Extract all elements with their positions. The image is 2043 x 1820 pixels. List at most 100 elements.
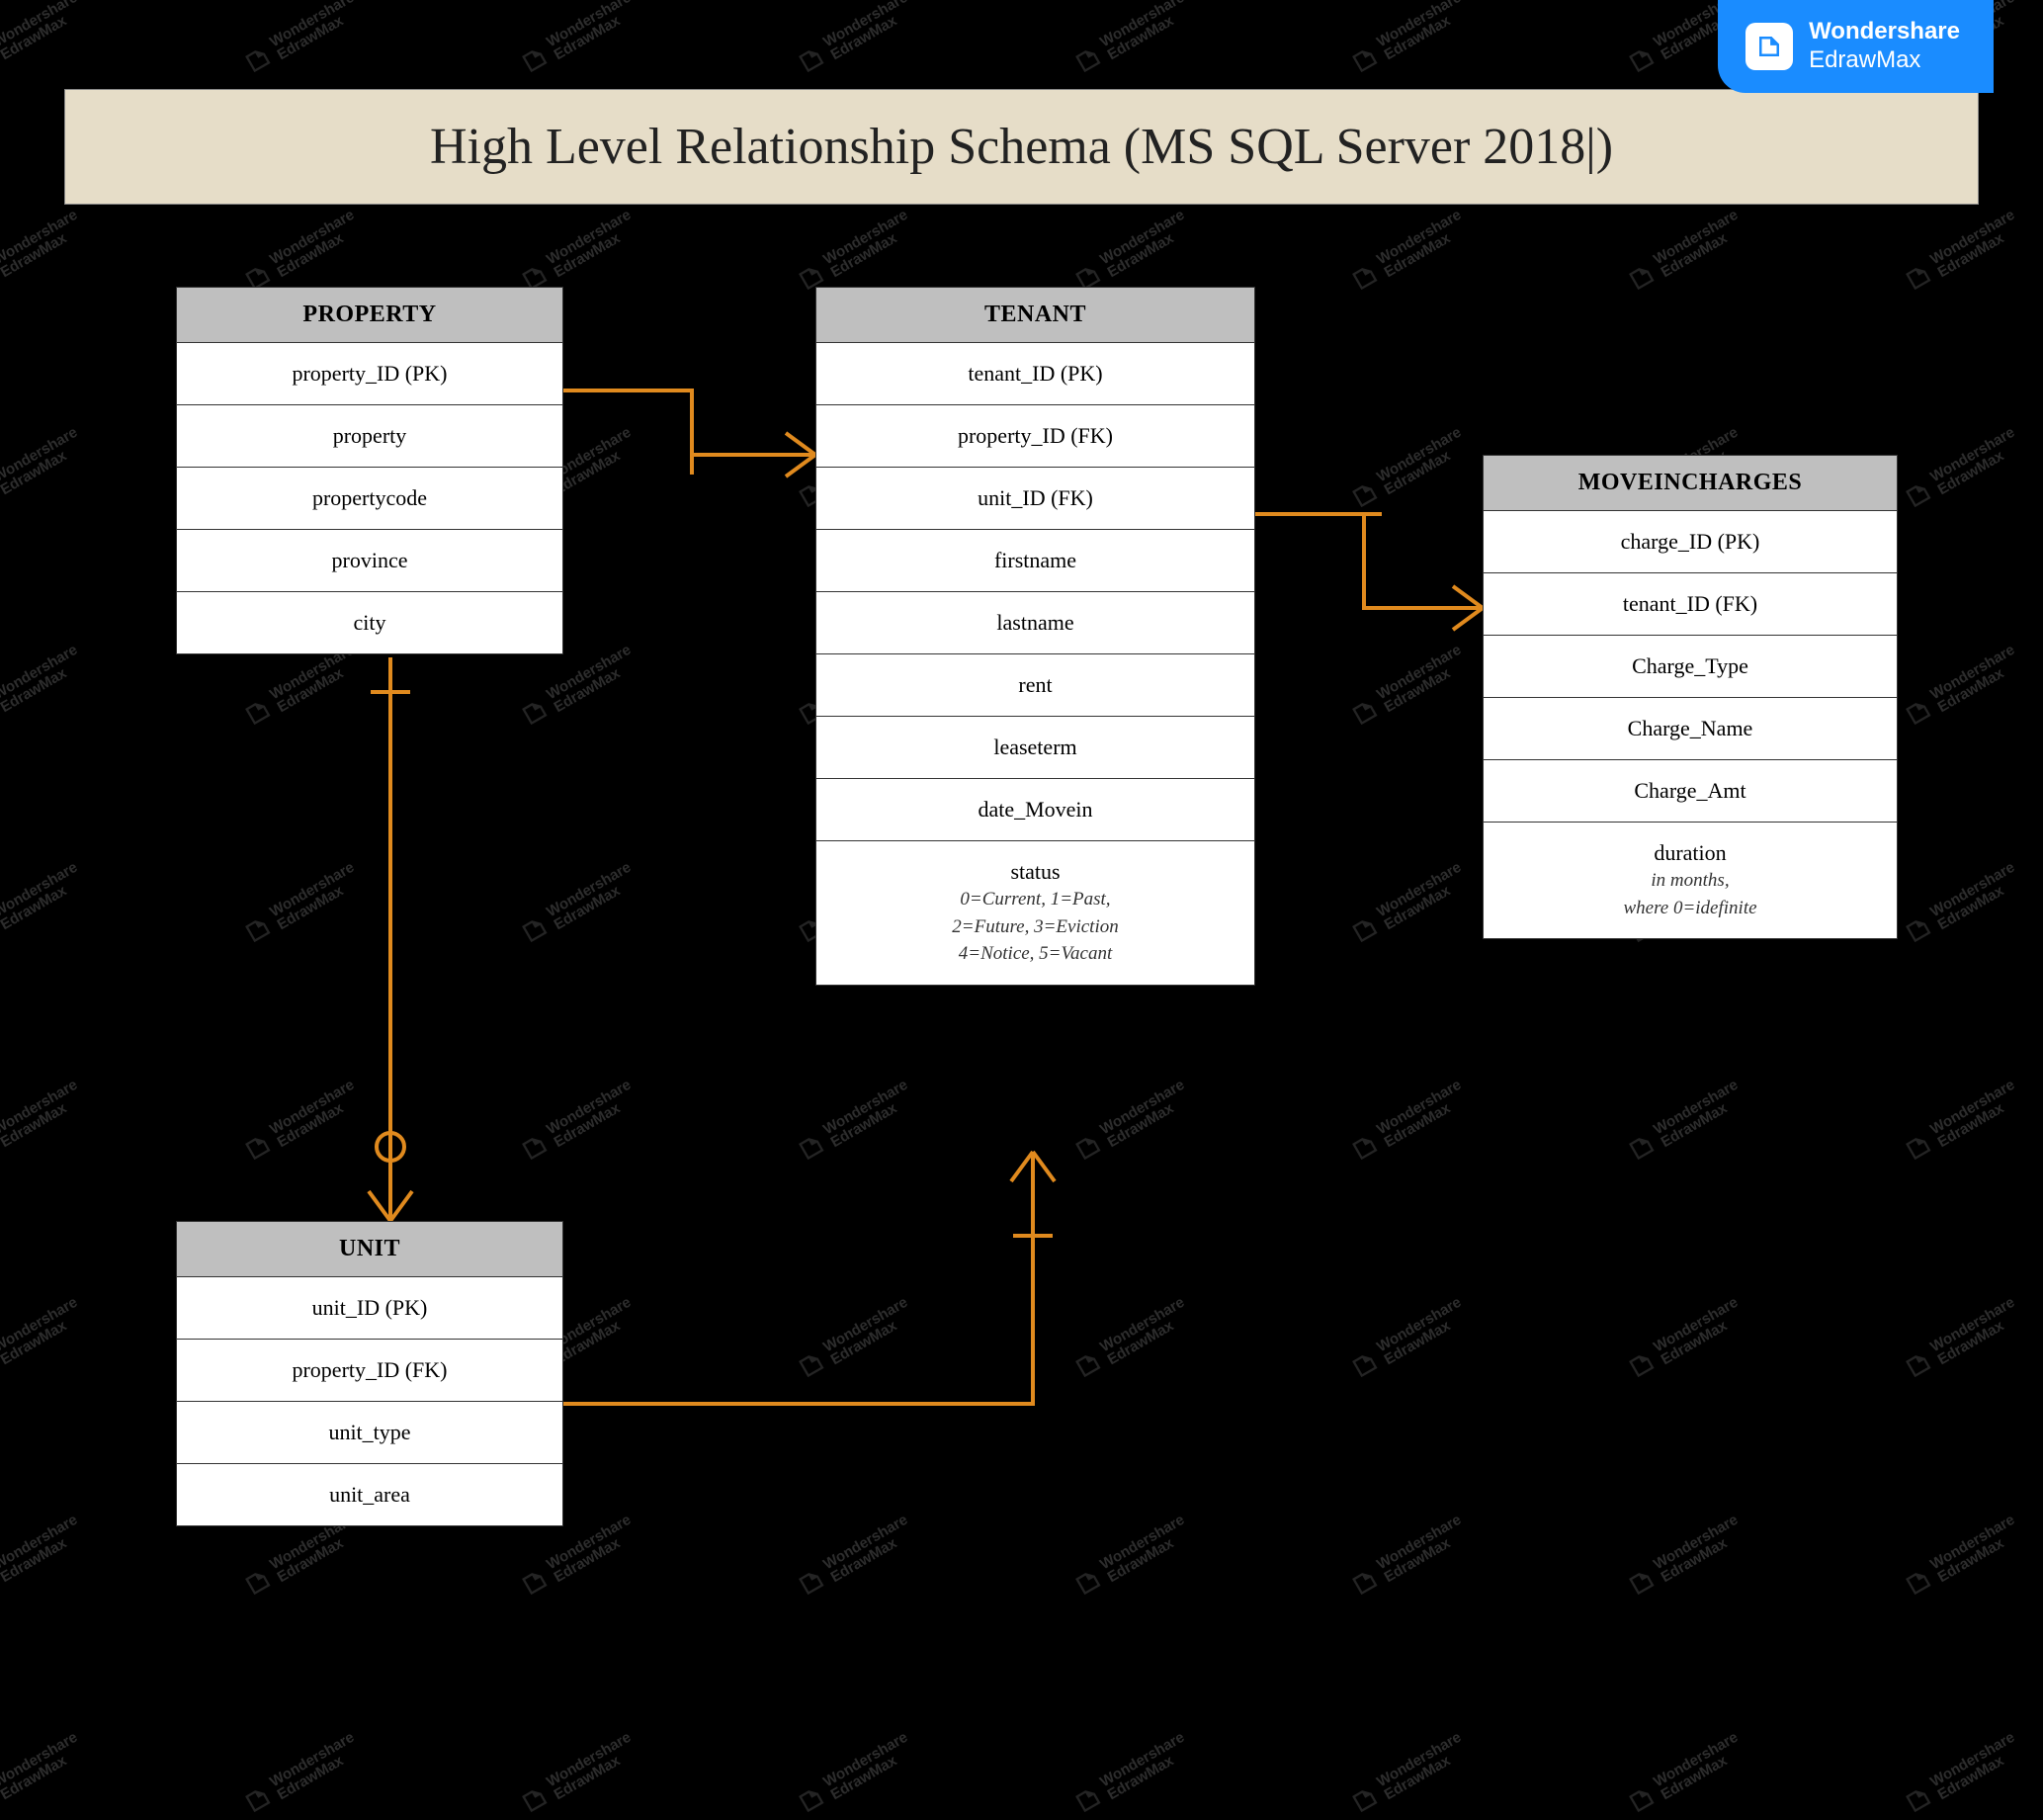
rel-tenant-moveincharges: [1255, 514, 1483, 608]
watermark-icon: WondershareEdrawMax: [1622, 1295, 1747, 1385]
edrawmax-logo-icon: [1745, 23, 1793, 70]
tenant-attr-2: unit_ID (FK): [816, 468, 1254, 530]
watermark-icon: WondershareEdrawMax: [1345, 1730, 1471, 1820]
watermark-icon: WondershareEdrawMax: [1345, 860, 1471, 950]
watermark-icon: WondershareEdrawMax: [792, 1078, 917, 1168]
moveincharges-attr-0: charge_ID (PK): [1484, 511, 1897, 573]
badge-text: Wondershare EdrawMax: [1809, 18, 1960, 75]
watermark-icon: WondershareEdrawMax: [238, 1730, 364, 1820]
unit-attr-1: property_ID (FK): [177, 1340, 562, 1402]
entity-tenant-header: TENANT: [816, 288, 1254, 343]
watermark-icon: WondershareEdrawMax: [1068, 0, 1194, 79]
property-attr-1: property: [177, 405, 562, 468]
tenant-attr-status: status 0=Current, 1=Past, 2=Future, 3=Ev…: [816, 841, 1254, 985]
unit-attr-2: unit_type: [177, 1402, 562, 1464]
watermark-icon: WondershareEdrawMax: [792, 1730, 917, 1820]
property-attr-0: property_ID (PK): [177, 343, 562, 405]
unit-attr-3: unit_area: [177, 1464, 562, 1525]
watermark-icon: WondershareEdrawMax: [1899, 1730, 2024, 1820]
watermark-icon: WondershareEdrawMax: [1068, 208, 1194, 298]
moveincharges-attr-3: Charge_Name: [1484, 698, 1897, 760]
watermark-icon: WondershareEdrawMax: [1899, 1513, 2024, 1603]
watermark-icon: WondershareEdrawMax: [1068, 1295, 1194, 1385]
watermark-icon: WondershareEdrawMax: [1899, 1295, 2024, 1385]
watermark-icon: WondershareEdrawMax: [1899, 643, 2024, 733]
watermark-icon: WondershareEdrawMax: [238, 643, 364, 733]
watermark-icon: WondershareEdrawMax: [0, 425, 87, 515]
watermark-icon: WondershareEdrawMax: [515, 1078, 640, 1168]
moveincharges-attr-duration: duration in months, where 0=idefinite: [1484, 823, 1897, 938]
watermark-icon: WondershareEdrawMax: [792, 208, 917, 298]
watermark-icon: WondershareEdrawMax: [515, 0, 640, 79]
property-attr-3: province: [177, 530, 562, 592]
watermark-icon: WondershareEdrawMax: [1622, 1513, 1747, 1603]
entity-moveincharges: MOVEINCHARGES charge_ID (PK) tenant_ID (…: [1483, 455, 1898, 939]
watermark-icon: WondershareEdrawMax: [515, 643, 640, 733]
tenant-status-note1: 0=Current, 1=Past,: [828, 887, 1242, 912]
watermark-icon: WondershareEdrawMax: [1345, 208, 1471, 298]
badge-line1: Wondershare: [1809, 18, 1960, 46]
watermark-icon: WondershareEdrawMax: [792, 1295, 917, 1385]
watermark-icon: WondershareEdrawMax: [1068, 1078, 1194, 1168]
watermark-icon: WondershareEdrawMax: [0, 1295, 87, 1385]
watermark-icon: WondershareEdrawMax: [1345, 0, 1471, 79]
entity-tenant: TENANT tenant_ID (PK) property_ID (FK) u…: [815, 287, 1255, 986]
watermark-icon: WondershareEdrawMax: [1068, 1730, 1194, 1820]
watermark-icon: WondershareEdrawMax: [1345, 1513, 1471, 1603]
rel-property-tenant: [563, 390, 815, 455]
tenant-attr-3: firstname: [816, 530, 1254, 592]
watermark-icon: WondershareEdrawMax: [0, 1730, 87, 1820]
watermark-icon: WondershareEdrawMax: [1345, 1078, 1471, 1168]
title-bar: High Level Relationship Schema (MS SQL S…: [64, 89, 1979, 205]
watermark-icon: WondershareEdrawMax: [0, 208, 87, 298]
moveincharges-duration-note1: in months,: [1495, 868, 1885, 894]
watermark-icon: WondershareEdrawMax: [1622, 208, 1747, 298]
property-attr-4: city: [177, 592, 562, 653]
watermark-icon: WondershareEdrawMax: [1345, 643, 1471, 733]
tenant-attr-0: tenant_ID (PK): [816, 343, 1254, 405]
entity-property: PROPERTY property_ID (PK) property prope…: [176, 287, 563, 654]
watermark-icon: WondershareEdrawMax: [1899, 208, 2024, 298]
property-attr-2: propertycode: [177, 468, 562, 530]
watermark-icon: WondershareEdrawMax: [0, 0, 87, 79]
watermark-icon: WondershareEdrawMax: [515, 860, 640, 950]
tenant-status-note2: 2=Future, 3=Eviction: [828, 914, 1242, 940]
entity-moveincharges-header: MOVEINCHARGES: [1484, 456, 1897, 511]
watermark-icon: WondershareEdrawMax: [1899, 1078, 2024, 1168]
watermark-icon: WondershareEdrawMax: [1622, 1730, 1747, 1820]
watermark-icon: WondershareEdrawMax: [515, 1730, 640, 1820]
tenant-status-note3: 4=Notice, 5=Vacant: [828, 941, 1242, 967]
tenant-attr-7: date_Movein: [816, 779, 1254, 841]
watermark-icon: WondershareEdrawMax: [792, 0, 917, 79]
watermark-icon: WondershareEdrawMax: [1899, 860, 2024, 950]
tenant-attr-5: rent: [816, 654, 1254, 717]
unit-attr-0: unit_ID (PK): [177, 1277, 562, 1340]
tenant-attr-4: lastname: [816, 592, 1254, 654]
entity-unit: UNIT unit_ID (PK) property_ID (FK) unit_…: [176, 1221, 563, 1526]
watermark-icon: WondershareEdrawMax: [515, 208, 640, 298]
watermark-icon: WondershareEdrawMax: [1345, 425, 1471, 515]
watermark-icon: WondershareEdrawMax: [238, 208, 364, 298]
moveincharges-duration-label: duration: [1654, 840, 1726, 865]
watermark-icon: WondershareEdrawMax: [1899, 425, 2024, 515]
tenant-attr-1: property_ID (FK): [816, 405, 1254, 468]
watermark-icon: WondershareEdrawMax: [1068, 1513, 1194, 1603]
rel-unit-tenant: [563, 1152, 1033, 1404]
watermark-icon: WondershareEdrawMax: [0, 1513, 87, 1603]
moveincharges-duration-note2: where 0=idefinite: [1495, 896, 1885, 921]
watermark-icon: WondershareEdrawMax: [792, 1513, 917, 1603]
watermark-icon: WondershareEdrawMax: [238, 1078, 364, 1168]
badge-line2: EdrawMax: [1809, 46, 1960, 75]
diagram-title: High Level Relationship Schema (MS SQL S…: [85, 118, 1958, 176]
watermark-icon: WondershareEdrawMax: [1345, 1295, 1471, 1385]
tenant-status-label: status: [1010, 859, 1060, 884]
moveincharges-attr-2: Charge_Type: [1484, 636, 1897, 698]
watermark-icon: WondershareEdrawMax: [0, 643, 87, 733]
entity-property-header: PROPERTY: [177, 288, 562, 343]
moveincharges-attr-4: Charge_Amt: [1484, 760, 1897, 823]
entity-unit-header: UNIT: [177, 1222, 562, 1277]
watermark-icon: WondershareEdrawMax: [1622, 1078, 1747, 1168]
watermark-icon: WondershareEdrawMax: [238, 0, 364, 79]
wondershare-badge: Wondershare EdrawMax: [1718, 0, 1994, 93]
watermark-icon: WondershareEdrawMax: [238, 860, 364, 950]
